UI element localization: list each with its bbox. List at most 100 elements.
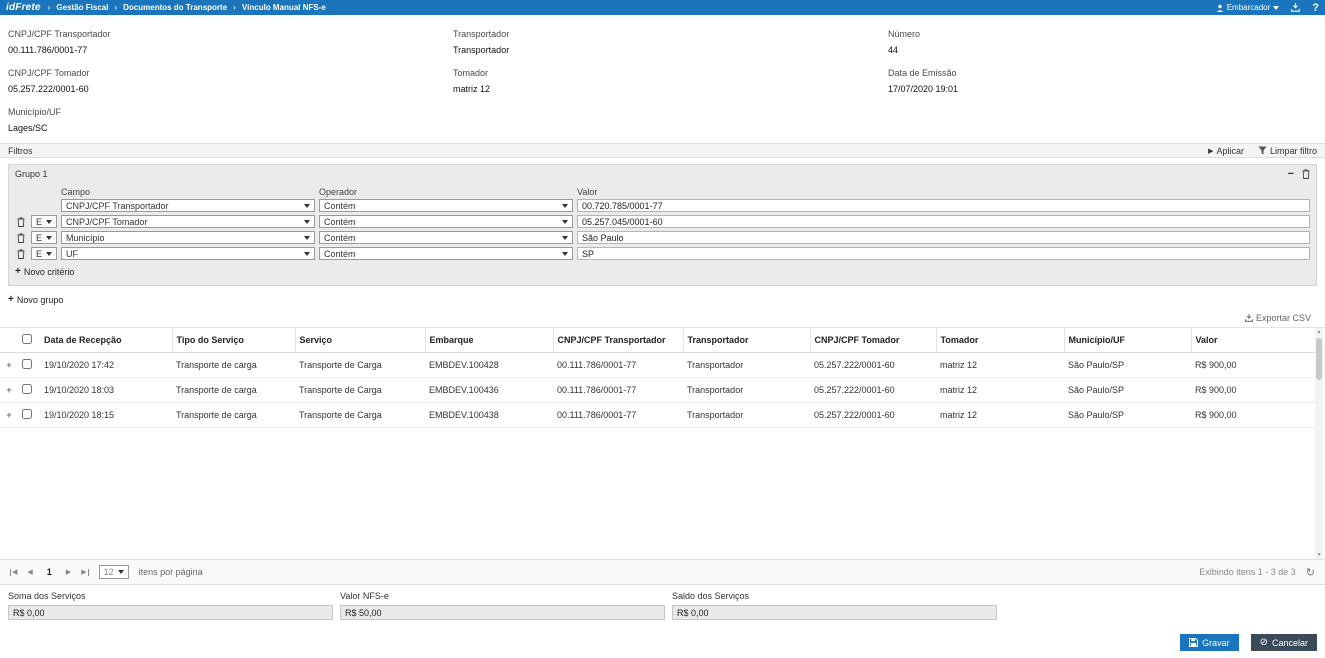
soma-servicos-input[interactable]: R$ 0,00: [8, 605, 333, 620]
row-checkbox[interactable]: [22, 409, 32, 419]
chevron-down-icon: [46, 252, 52, 256]
valor-nfse-input[interactable]: R$ 50,00: [340, 605, 665, 620]
page-number[interactable]: 1: [43, 567, 56, 577]
table-cell: São Paulo/SP: [1064, 378, 1191, 403]
criterion-operator-select[interactable]: Contém: [319, 215, 573, 228]
criterion-value-input[interactable]: SP: [577, 247, 1310, 260]
table-cell: 19/10/2020 18:03: [40, 378, 172, 403]
save-button[interactable]: Gravar: [1180, 634, 1239, 651]
first-page-button[interactable]: ◀: [10, 568, 17, 576]
new-criterion-button[interactable]: + Novo critério: [15, 266, 1310, 277]
breadcrumb-item[interactable]: Gestão Fiscal: [56, 3, 108, 12]
criterion-value-input[interactable]: 05.257.045/0001-60: [577, 215, 1310, 228]
criterion-value-input[interactable]: São Paulo: [577, 231, 1310, 244]
header-field: CNPJ/CPF Tomador 05.257.222/0001-60: [8, 68, 453, 94]
page-size-select[interactable]: 12: [99, 565, 129, 579]
chevron-down-icon: [304, 204, 310, 208]
expand-row-icon[interactable]: +: [0, 353, 18, 378]
column-header[interactable]: Valor: [1191, 328, 1316, 353]
table-row[interactable]: + 19/10/2020 18:03 Transporte de carga T…: [0, 378, 1316, 403]
filter-group-title: Grupo 1: [15, 169, 48, 179]
delete-criterion-button[interactable]: [15, 249, 27, 259]
column-header[interactable]: CNPJ/CPF Transportador: [553, 328, 683, 353]
filter-criterion-row: CNPJ/CPF Transportador Contém 00.720.785…: [15, 199, 1310, 212]
criterion-field-select[interactable]: CNPJ/CPF Tomador: [61, 215, 315, 228]
apply-filter-button[interactable]: ▶ Aplicar: [1208, 146, 1244, 156]
table-cell: Transporte de carga: [172, 353, 295, 378]
document-header: CNPJ/CPF Transportador 00.111.786/0001-7…: [0, 15, 1325, 143]
last-page-button[interactable]: ▶: [81, 568, 88, 576]
chevron-down-icon: [304, 220, 310, 224]
criterion-operator-select[interactable]: Contém: [319, 231, 573, 244]
field-value: 17/07/2020 19:01: [888, 84, 1317, 94]
delete-criterion-button[interactable]: [15, 217, 27, 227]
column-header-operator: Operador: [319, 187, 573, 197]
column-header[interactable]: Embarque: [425, 328, 553, 353]
next-page-button[interactable]: ▶: [66, 568, 71, 576]
expand-row-icon[interactable]: +: [0, 378, 18, 403]
field-value: matriz 12: [453, 84, 888, 94]
vertical-scrollbar[interactable]: ▲ ▼: [1315, 328, 1323, 559]
scroll-up-icon[interactable]: ▲: [1315, 329, 1323, 335]
export-csv-icon: [1245, 314, 1253, 322]
column-header[interactable]: Município/UF: [1064, 328, 1191, 353]
row-checkbox[interactable]: [22, 359, 32, 369]
criterion-conjunction-select[interactable]: E: [31, 215, 57, 228]
column-header[interactable]: Serviço: [295, 328, 425, 353]
profile-menu[interactable]: Embarcador: [1216, 3, 1280, 12]
column-header[interactable]: Transportador: [683, 328, 810, 353]
criterion-operator-select[interactable]: Contém: [319, 199, 573, 212]
criterion-conjunction-select[interactable]: E: [31, 247, 57, 260]
criterion-value-input[interactable]: 00.720.785/0001-77: [577, 199, 1310, 212]
table-row[interactable]: + 19/10/2020 18:15 Transporte de carga T…: [0, 403, 1316, 428]
table-cell: 19/10/2020 18:15: [40, 403, 172, 428]
criterion-field-select[interactable]: UF: [61, 247, 315, 260]
header-field: CNPJ/CPF Transportador 00.111.786/0001-7…: [8, 29, 453, 55]
prev-page-button[interactable]: ◀: [27, 568, 32, 576]
breadcrumb-chevron-icon: ›: [48, 3, 51, 12]
refresh-icon[interactable]: ↻: [1306, 566, 1315, 579]
help-icon[interactable]: ?: [1312, 2, 1319, 14]
expand-row-icon[interactable]: +: [0, 403, 18, 428]
table-row[interactable]: + 19/10/2020 17:42 Transporte de carga T…: [0, 353, 1316, 378]
column-header[interactable]: CNPJ/CPF Tomador: [810, 328, 936, 353]
table-cell: 05.257.222/0001-60: [810, 353, 936, 378]
column-header[interactable]: Data de Recepção: [40, 328, 172, 353]
scroll-down-icon[interactable]: ▼: [1315, 552, 1323, 558]
column-header[interactable]: Tomador: [936, 328, 1064, 353]
criterion-field-select[interactable]: CNPJ/CPF Transportador: [61, 199, 315, 212]
table-cell: Transporte de Carga: [295, 378, 425, 403]
field-value: 00.111.786/0001-77: [8, 45, 453, 55]
select-all-checkbox-cell: [18, 328, 40, 353]
row-checkbox-cell: [18, 378, 40, 403]
export-csv-button[interactable]: Exportar CSV: [1245, 313, 1311, 323]
breadcrumb-item[interactable]: Documentos do Transporte: [123, 3, 227, 12]
delete-criterion-button[interactable]: [15, 233, 27, 243]
saldo-servicos-input[interactable]: R$ 0,00: [672, 605, 997, 620]
pagination-status: Exibindo itens 1 - 3 de 3: [1199, 567, 1296, 577]
criterion-field-select[interactable]: Município: [61, 231, 315, 244]
table-cell: 00.111.786/0001-77: [553, 403, 683, 428]
breadcrumb-chevron-icon: ›: [233, 3, 236, 12]
column-header[interactable]: Tipo do Serviço: [172, 328, 295, 353]
chevron-down-icon: [46, 236, 52, 240]
download-button[interactable]: [1291, 3, 1300, 12]
clear-filter-button[interactable]: Limpar filtro: [1258, 146, 1317, 156]
totals-section: Soma dos Serviços R$ 0,00 Valor NFS-e R$…: [0, 585, 1325, 620]
field-label: Data de Emissão: [888, 68, 1317, 78]
delete-group-button[interactable]: [1302, 169, 1310, 179]
criterion-operator-select[interactable]: Contém: [319, 247, 573, 260]
row-checkbox[interactable]: [22, 384, 32, 394]
select-all-checkbox[interactable]: [22, 334, 32, 344]
pagination-bar: ◀ ◀ 1 ▶ ▶ 12 itens por página Exibindo i…: [0, 559, 1325, 585]
new-group-button[interactable]: + Novo grupo: [8, 294, 1317, 305]
scrollbar-thumb[interactable]: [1316, 338, 1322, 380]
table-cell: EMBDEV.100438: [425, 403, 553, 428]
cancel-button[interactable]: ⊘ Cancelar: [1251, 634, 1317, 651]
collapse-group-icon[interactable]: −: [1288, 170, 1294, 178]
column-header-field: Campo: [61, 187, 315, 197]
criterion-conjunction-select[interactable]: E: [31, 231, 57, 244]
filter-criterion-row: E UF Contém SP: [15, 247, 1310, 260]
header-field: Data de Emissão 17/07/2020 19:01: [888, 68, 1317, 94]
column-header-value: Valor: [577, 187, 597, 197]
